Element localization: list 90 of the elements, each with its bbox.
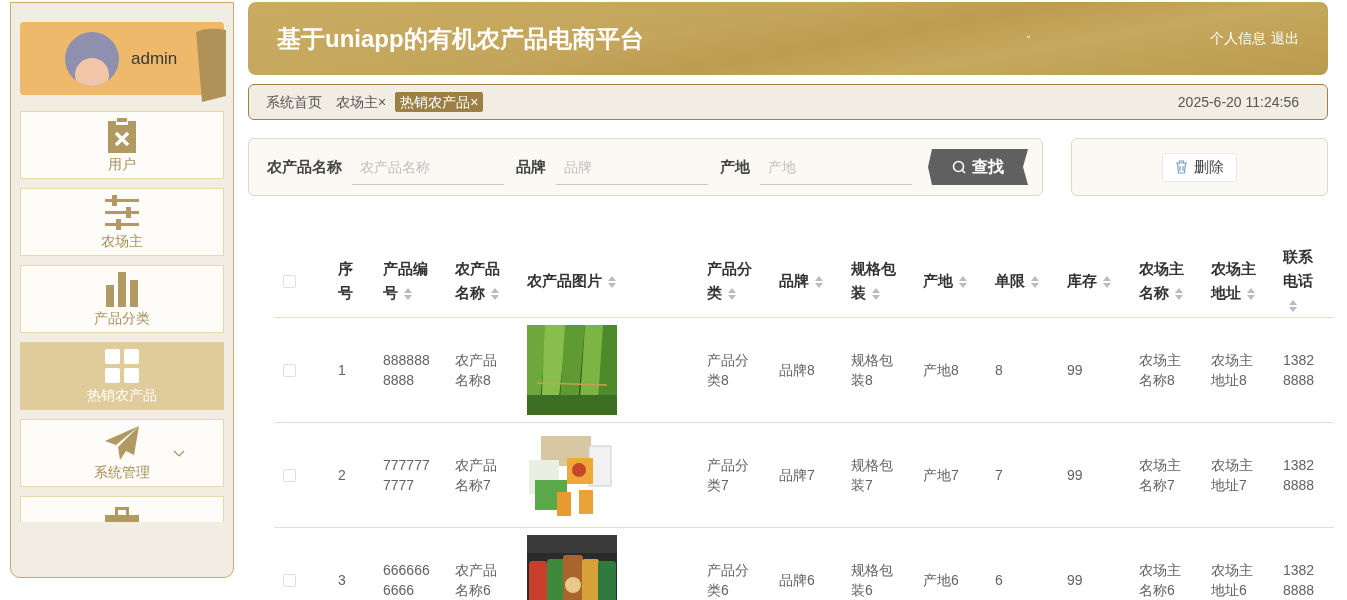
table-cell-text: 农场主名称6: [1139, 561, 1182, 600]
field-label: 产地: [720, 156, 750, 177]
column-header[interactable]: 联系电话: [1283, 245, 1324, 317]
field-label: 农产品名称: [267, 156, 342, 177]
datetime: 2025-6-20 11:24:56: [1177, 92, 1299, 112]
sliders-icon: [104, 194, 140, 230]
table-cell-text: 13828888: [1283, 456, 1316, 495]
user-name: admin: [131, 47, 178, 70]
column-header[interactable]: 农场主名称: [1139, 257, 1192, 305]
field-label: 品牌: [516, 156, 546, 177]
grid-icon: [104, 348, 140, 384]
table-cell-text: 7777777777: [383, 456, 431, 495]
column-header[interactable]: 单限: [995, 269, 1048, 293]
table-cell-text: 7: [995, 466, 1004, 485]
search-field[interactable]: 品牌: [556, 149, 708, 185]
table-cell-text: 农产品名称6: [455, 561, 498, 600]
table-cell-text: 农产品名称8: [455, 351, 498, 390]
sort-icon[interactable]: [1289, 300, 1297, 313]
table-cell-text: 农场主地址6: [1211, 561, 1254, 600]
sort-icon[interactable]: [404, 288, 412, 301]
trash-icon: [1175, 160, 1188, 174]
search-field[interactable]: 农产品名称: [352, 149, 504, 185]
column-header[interactable]: 产品编号: [383, 257, 436, 305]
table-cell-text: 产地6: [923, 571, 960, 590]
table-cell-text: 品牌8: [779, 361, 816, 380]
table-cell-text: 99: [1067, 466, 1084, 485]
sort-icon[interactable]: [815, 276, 823, 289]
table-cell-text: 农场主地址7: [1211, 456, 1254, 495]
table-cell-text: 产品分类8: [707, 351, 750, 390]
table-cell-text: 13828888: [1283, 561, 1316, 600]
search-field[interactable]: 产地: [760, 149, 912, 185]
tab[interactable]: 农场主×: [331, 92, 392, 112]
table-cell-text: 规格包装8: [851, 351, 894, 390]
table-cell-text: 产品分类7: [707, 456, 750, 495]
column-header[interactable]: 产地: [923, 269, 976, 293]
table-cell-text: 农产品名称7: [455, 456, 498, 495]
column-header[interactable]: 农产品图片: [527, 269, 688, 293]
table-cell-text: 农场主地址8: [1211, 351, 1254, 390]
column-header[interactable]: 产品分类: [707, 257, 760, 305]
table-cell-text: 99: [1067, 361, 1084, 380]
checkbox[interactable]: [283, 468, 296, 482]
search-icon: [952, 160, 966, 174]
column-header[interactable]: 规格包装: [851, 257, 904, 305]
column-header[interactable]: 品牌: [779, 269, 832, 293]
table-cell-text: 1: [338, 361, 347, 380]
checkbox[interactable]: [283, 363, 296, 377]
table-cell-text: 6666666666: [383, 561, 431, 600]
avatar: [65, 31, 119, 86]
sort-icon[interactable]: [1247, 288, 1255, 301]
sort-icon[interactable]: [959, 276, 967, 289]
search-button[interactable]: 查找: [928, 149, 1028, 185]
delete-button[interactable]: 删除: [1162, 152, 1237, 182]
sort-icon[interactable]: [872, 288, 880, 301]
site-title: 基于uniapp的有机农产品电商平台: [277, 23, 644, 54]
tab[interactable]: 热销农产品×: [395, 92, 484, 112]
checkbox[interactable]: [283, 573, 296, 587]
table-cell-text: 规格包装7: [851, 456, 894, 495]
table-cell-text: 6: [995, 571, 1004, 590]
table-cell-text: 规格包装6: [851, 561, 894, 600]
chevron-down-icon: [173, 450, 185, 458]
column-header[interactable]: 库存: [1067, 269, 1120, 293]
tab[interactable]: 系统首页: [261, 92, 327, 112]
table-cell-text: 2: [338, 466, 347, 485]
column-header[interactable]: 农产品名称: [455, 257, 508, 305]
briefcase-icon: [104, 507, 140, 522]
table-cell-text: 8: [995, 361, 1004, 380]
table-cell-text: 产品分类6: [707, 561, 750, 600]
sort-icon[interactable]: [608, 276, 616, 289]
table-cell-text: 13828888: [1283, 351, 1316, 390]
sort-icon[interactable]: [1175, 288, 1183, 301]
table-cell-text: 农场主名称7: [1139, 456, 1182, 495]
sort-icon[interactable]: [728, 288, 736, 301]
sort-icon[interactable]: [1031, 276, 1039, 289]
table-cell-text: 99: [1067, 571, 1084, 590]
paper-plane-icon: [104, 425, 140, 461]
column-header[interactable]: 序号: [338, 257, 364, 305]
column-header[interactable]: 农场主地址: [1211, 257, 1264, 305]
table-cell-text: 农场主名称8: [1139, 351, 1182, 390]
table-cell-text: 8888888888: [383, 351, 431, 390]
sort-icon[interactable]: [1103, 276, 1111, 289]
sort-icon[interactable]: [491, 288, 499, 301]
table-cell-text: 产地8: [923, 361, 960, 380]
checkbox[interactable]: [283, 274, 296, 288]
bar-chart-icon: [104, 271, 140, 307]
menu-item[interactable]: [20, 496, 224, 522]
header-dot: 。: [1025, 24, 1038, 42]
table-cell-text: 3: [338, 571, 347, 590]
table-cell-text: 产地7: [923, 466, 960, 485]
table-cell-text: 品牌6: [779, 571, 816, 590]
table-cell-text: 品牌7: [779, 466, 816, 485]
